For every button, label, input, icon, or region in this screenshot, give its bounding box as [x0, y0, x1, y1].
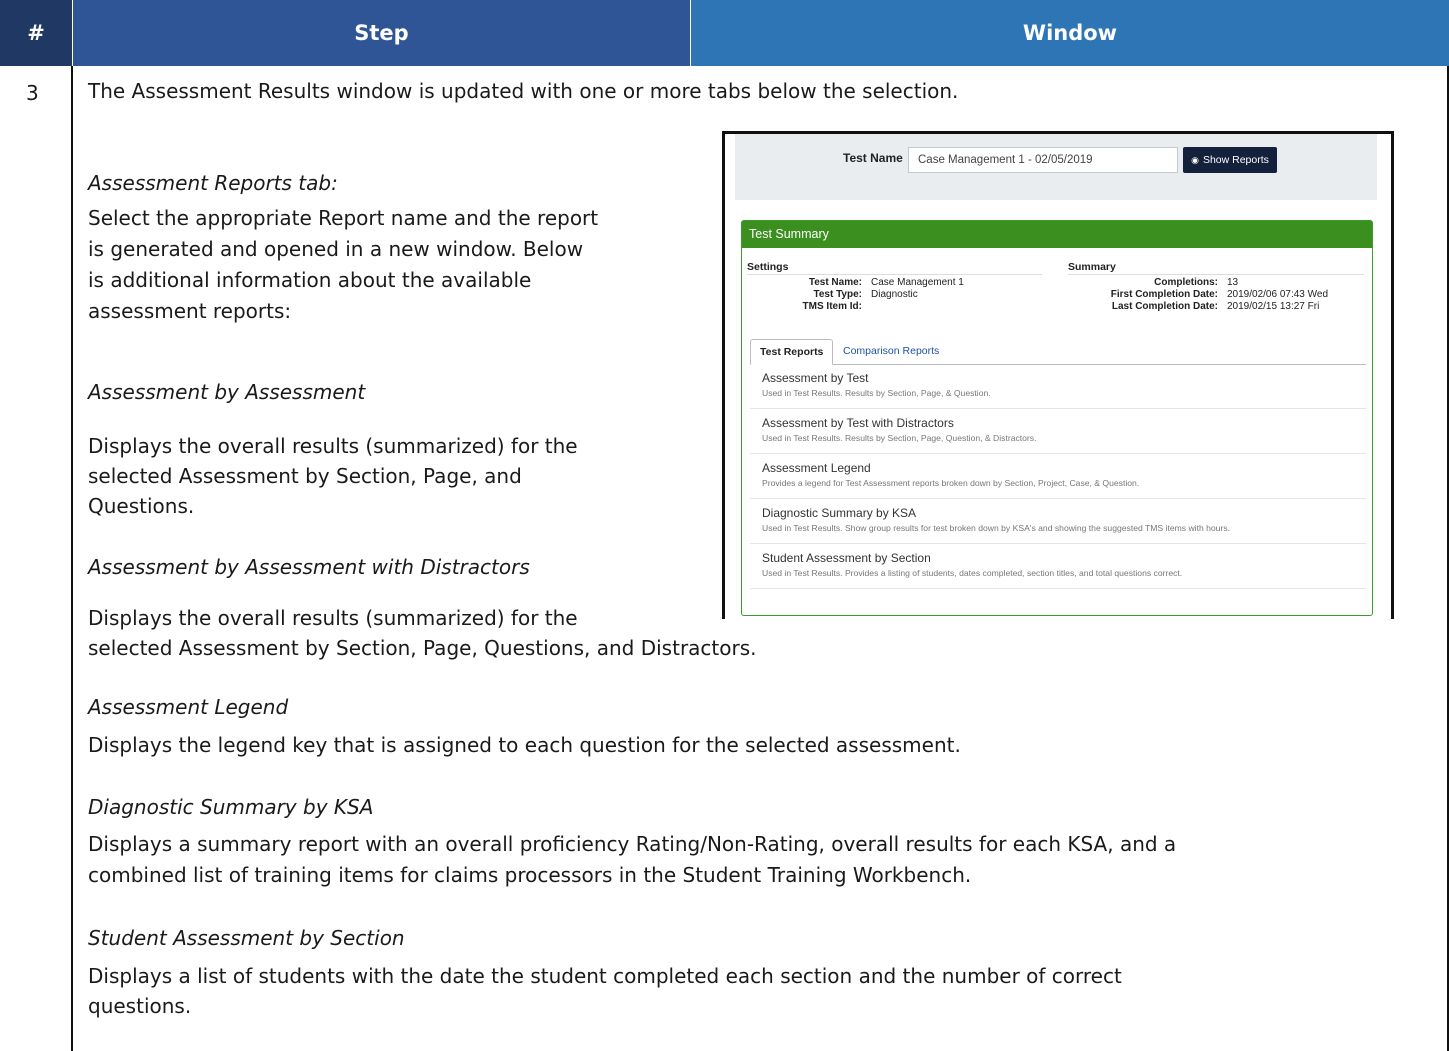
row-number: 3 — [26, 81, 39, 105]
intro-text: The Assessment Results window is updated… — [88, 79, 959, 103]
test-summary-panel: Test Summary Settings Summary Test Name:… — [741, 220, 1373, 616]
reports-tab-heading: Assessment Reports tab: — [88, 171, 338, 195]
report-name: Assessment by Test — [762, 371, 869, 385]
report-item[interactable]: Assessment by Test Used in Test Results.… — [750, 364, 1366, 409]
assessment-results-screenshot: Test Name Case Management 1 - 02/05/2019… — [722, 131, 1394, 619]
report-name: Diagnostic Summary by KSA — [762, 506, 917, 520]
report-list: Assessment by Test Used in Test Results.… — [750, 364, 1366, 589]
report-description: Provides a legend for Test Assessment re… — [762, 478, 1140, 488]
test-name-select[interactable]: Case Management 1 - 02/05/2019 — [908, 147, 1178, 173]
report-tabs: Test Reports Comparison Reports — [750, 339, 1366, 365]
report-description: Used in Test Results. Results by Section… — [762, 433, 1037, 443]
report-item[interactable]: Diagnostic Summary by KSA Used in Test R… — [750, 499, 1366, 544]
eye-icon: ◉ — [1191, 154, 1199, 165]
section-title: Assessment by Assessment — [88, 380, 366, 404]
test-summary-title: Test Summary — [742, 221, 1372, 248]
section-body-line: Displays a summary report with an overal… — [88, 832, 1177, 856]
setting-row: Test Type: Diagnostic — [813, 289, 918, 300]
setting-row: TMS Item Id: — [802, 301, 862, 312]
section-title: Student Assessment by Section — [88, 926, 405, 950]
report-description: Used in Test Results. Results by Section… — [762, 388, 991, 398]
section-body-line: selected Assessment by Section, Page, an… — [88, 464, 522, 488]
summary-heading: Summary — [1068, 261, 1364, 275]
section-body-line: combined list of training items for clai… — [88, 863, 972, 887]
summary-row: First Completion Date: 2019/02/06 07:43 W… — [1110, 289, 1329, 300]
column-header-window: Window — [691, 0, 1449, 66]
section-body-line: selected Assessment by Section, Page, Qu… — [88, 636, 757, 660]
section-body-line: Displays the overall results (summarized… — [88, 606, 578, 630]
show-reports-label: Show Reports — [1202, 154, 1269, 166]
section-body-line: Displays the overall results (summarized… — [88, 434, 578, 458]
report-description: Used in Test Results. Show group results… — [762, 523, 1231, 533]
section-title: Assessment Legend — [88, 695, 289, 719]
report-name: Assessment by Test with Distractors — [762, 416, 954, 430]
tab-test-reports[interactable]: Test Reports — [750, 339, 834, 365]
setting-row: Test Name: Case Management 1 — [808, 277, 964, 288]
reports-tab-line: is additional information about the avai… — [88, 268, 532, 292]
section-body-line: Displays a list of students with the dat… — [88, 964, 1122, 988]
column-header-step: Step — [73, 0, 690, 66]
reports-tab-line: Select the appropriate Report name and t… — [88, 206, 599, 230]
reports-tab-line: assessment reports: — [88, 299, 292, 323]
settings-heading: Settings — [747, 261, 1042, 275]
summary-row: Completions: 13 — [1154, 277, 1239, 288]
report-name: Assessment Legend — [762, 461, 871, 475]
section-body-line: Displays the legend key that is assigned… — [88, 733, 961, 757]
report-item[interactable]: Assessment by Test with Distractors Used… — [750, 409, 1366, 454]
table-border-left — [71, 66, 73, 1051]
column-header-number: # — [0, 0, 72, 66]
report-name: Student Assessment by Section — [762, 551, 931, 565]
summary-row: Last Completion Date: 2019/02/15 13:27 Fr… — [1111, 301, 1320, 312]
test-name-label: Test Name — [843, 151, 903, 165]
reports-tab-line: is generated and opened in a new window.… — [88, 237, 584, 261]
report-item[interactable]: Student Assessment by Section Used in Te… — [750, 544, 1366, 589]
section-body-line: Questions. — [88, 494, 195, 518]
report-description: Used in Test Results. Provides a listing… — [762, 568, 1183, 578]
section-title: Assessment by Assessment with Distractor… — [88, 555, 530, 579]
show-reports-button[interactable]: ◉ Show Reports — [1183, 147, 1277, 173]
test-selection-bar: Test Name Case Management 1 - 02/05/2019… — [735, 134, 1377, 200]
section-title: Diagnostic Summary by KSA — [88, 795, 374, 819]
report-item[interactable]: Assessment Legend Provides a legend for … — [750, 454, 1366, 499]
tab-comparison-reports[interactable]: Comparison Reports — [834, 339, 948, 363]
section-body-line: questions. — [88, 994, 192, 1018]
